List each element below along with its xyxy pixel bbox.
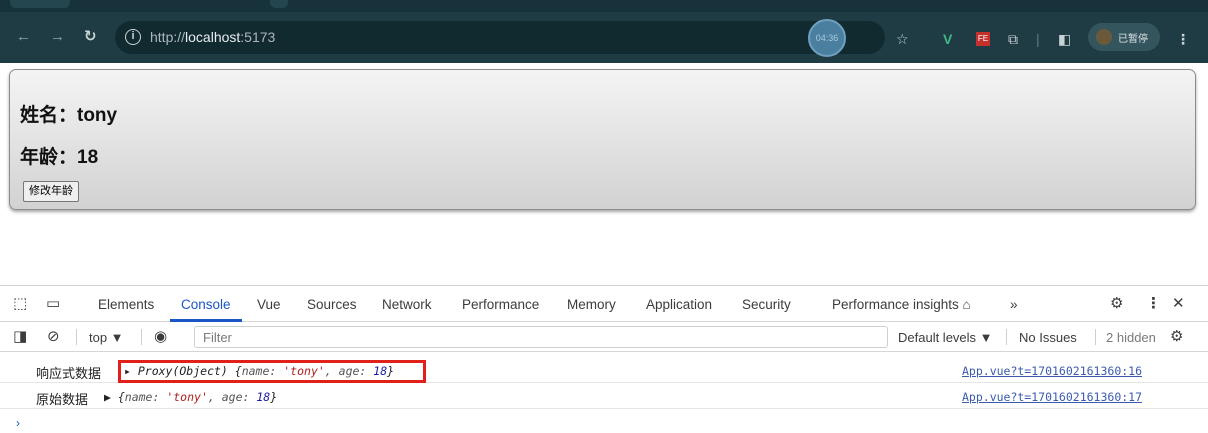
vue-devtools-icon[interactable]: V — [943, 31, 952, 47]
log-object-raw[interactable]: ▶ {name: 'tony', age: 18} — [104, 390, 277, 404]
screen: ← → ↻ i http://localhost:5173 04:36 ☆ V … — [0, 0, 1208, 433]
tab-vue[interactable]: Vue — [257, 297, 281, 312]
forward-icon[interactable]: → — [50, 28, 65, 46]
name-heading: 姓名：tony — [20, 105, 118, 126]
log-object-proxy[interactable]: ▸ Proxy(Object) {name: 'tony', age: 18} — [124, 364, 394, 378]
back-icon[interactable]: ← — [16, 28, 31, 46]
profile-status-label: 已暂停 — [1118, 34, 1148, 45]
log-source-link[interactable]: App.vue?t=1701602161360:16 — [962, 364, 1142, 378]
site-info-icon[interactable]: i — [125, 29, 141, 45]
divider — [76, 329, 77, 345]
app-card: 姓名：tony 年龄：18 修改年龄 — [9, 69, 1196, 210]
tab-elements[interactable]: Elements — [98, 297, 154, 312]
divider — [141, 329, 142, 345]
console-log-row: 响应式数据 ▸ Proxy(Object) {name: 'tony', age… — [0, 358, 1208, 383]
close-devtools-icon[interactable]: ✕ — [1172, 296, 1185, 312]
log-label: 响应式数据 — [36, 366, 102, 381]
filter-input[interactable]: Filter — [194, 326, 888, 348]
browser-tab[interactable] — [10, 0, 70, 8]
url-text: http://localhost:5173 — [150, 29, 276, 45]
no-issues-button[interactable]: No Issues — [1019, 330, 1077, 345]
age-heading: 年龄：18 — [20, 147, 99, 168]
browser-tab-strip — [0, 0, 1208, 12]
devtools-tab-bar: ⬚ ▭ Elements Console Vue Sources Network… — [0, 286, 1208, 322]
address-bar[interactable]: i http://localhost:5173 — [115, 21, 885, 54]
divider — [1006, 329, 1007, 345]
devtools-menu-icon[interactable]: ⋮ — [1146, 296, 1161, 312]
log-label: 原始数据 — [36, 392, 89, 407]
devtools-panel: ⬚ ▭ Elements Console Vue Sources Network… — [0, 285, 1208, 433]
browser-toolbar: ← → ↻ i http://localhost:5173 04:36 ☆ V … — [0, 12, 1208, 63]
default-levels-dropdown[interactable]: Default levels ▼ — [898, 330, 993, 345]
extensions-puzzle-icon[interactable]: ⧉ — [1008, 31, 1018, 47]
profile-button[interactable]: 已暂停 — [1088, 23, 1160, 51]
console-prompt[interactable]: › — [16, 416, 20, 430]
modify-age-button[interactable]: 修改年龄 — [23, 181, 79, 202]
inspect-element-icon[interactable]: ⬚ — [13, 296, 27, 312]
log-source-link[interactable]: App.vue?t=1701602161360:17 — [962, 390, 1142, 404]
page-viewport: 姓名：tony 年龄：18 修改年龄 — [0, 63, 1208, 285]
timer-badge[interactable]: 04:36 — [808, 19, 846, 57]
device-toolbar-icon[interactable]: ▭ — [46, 296, 60, 312]
clear-console-icon[interactable]: ⊘ — [47, 329, 60, 345]
hidden-count: 2 hidden — [1106, 330, 1156, 345]
menu-kebab-icon[interactable]: ⋮ — [1176, 31, 1190, 47]
toolbar-divider: | — [1036, 31, 1040, 47]
sidebar-toggle-icon[interactable]: ◨ — [13, 329, 27, 345]
console-settings-gear-icon[interactable]: ⚙ — [1170, 329, 1183, 345]
tab-sources[interactable]: Sources — [307, 297, 357, 312]
console-log-row: 原始数据 ▶ {name: 'tony', age: 18} App.vue?t… — [0, 384, 1208, 409]
bookmark-star-icon[interactable]: ☆ — [896, 31, 909, 47]
reload-icon[interactable]: ↻ — [84, 28, 97, 46]
side-panel-icon[interactable]: ◧ — [1058, 31, 1071, 47]
tab-security[interactable]: Security — [742, 297, 791, 312]
filter-placeholder: Filter — [203, 330, 232, 345]
live-expression-eye-icon[interactable]: ◉ — [154, 329, 167, 345]
settings-gear-icon[interactable]: ⚙ — [1110, 296, 1123, 312]
divider — [1095, 329, 1096, 345]
tab-network[interactable]: Network — [382, 297, 432, 312]
tab-console[interactable]: Console — [181, 297, 231, 312]
more-tabs-icon[interactable]: » — [1010, 297, 1018, 312]
tab-performance[interactable]: Performance — [462, 297, 539, 312]
tab-application[interactable]: Application — [646, 297, 712, 312]
tab-performance-insights[interactable]: Performance insights ⌂ — [832, 297, 971, 312]
avatar — [1096, 29, 1112, 45]
tab-memory[interactable]: Memory — [567, 297, 616, 312]
fe-extension-icon[interactable]: FE — [976, 32, 990, 46]
new-tab-button[interactable] — [270, 0, 288, 8]
console-filter-bar: ◨ ⊘ top ▼ ◉ Filter Default levels ▼ No I… — [0, 322, 1208, 352]
context-selector[interactable]: top ▼ — [89, 330, 124, 345]
